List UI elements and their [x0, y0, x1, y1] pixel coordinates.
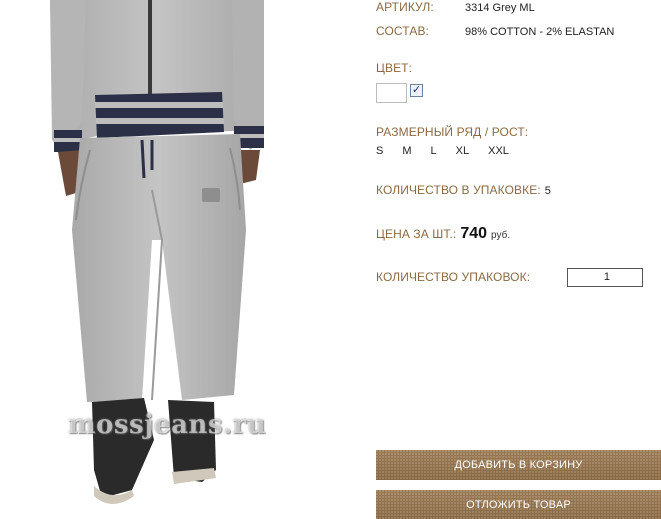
watermark-text: mossjeans.ru [68, 410, 267, 440]
size-item: XXL [488, 145, 509, 157]
color-label: ЦВЕТ: [376, 61, 413, 75]
pack-quantity-label: КОЛИЧЕСТВО В УПАКОВКЕ: [376, 183, 541, 197]
color-checkbox[interactable]: ✓ [410, 84, 423, 97]
add-to-cart-button[interactable]: ДОБАВИТЬ В КОРЗИНУ [376, 450, 661, 480]
article-value: 3314 Grey ML [465, 2, 535, 14]
article-label: АРТИКУЛ: [376, 0, 434, 14]
pack-quantity-row: КОЛИЧЕСТВО В УПАКОВКЕ: 5 [376, 183, 551, 197]
packs-row: КОЛИЧЕСТВО УПАКОВОК: [376, 270, 530, 284]
postpone-button[interactable]: ОТЛОЖИТЬ ТОВАР [376, 490, 661, 519]
size-item: XL [455, 145, 470, 157]
color-swatch[interactable] [376, 83, 407, 103]
color-row: ЦВЕТ: [376, 61, 412, 75]
price-value: 740 [460, 225, 488, 242]
price-currency: руб. [491, 230, 511, 241]
size-item: S [376, 145, 384, 157]
size-item: L [430, 145, 437, 157]
sizes-row: РАЗМЕРНЫЙ РЯД / РОСТ: [376, 125, 528, 139]
price-row: ЦЕНА ЗА ШТ.: 740 руб. [376, 225, 510, 243]
composition-label: СОСТАВ: [376, 24, 429, 38]
product-photo[interactable]: mossjeans.ru [2, 0, 360, 519]
sizes-label: РАЗМЕРНЫЙ РЯД / РОСТ: [376, 125, 529, 139]
price-label: ЦЕНА ЗА ШТ.: [376, 227, 457, 241]
packs-label: КОЛИЧЕСТВО УПАКОВОК: [376, 270, 531, 284]
pack-quantity-value: 5 [544, 185, 551, 197]
size-item: M [402, 145, 412, 157]
packs-quantity-input[interactable]: 1 [567, 268, 643, 287]
composition-row: СОСТАВ: 98% COTTON - 2% ELASTAN [376, 24, 614, 38]
product-photo-illustration [50, 0, 264, 504]
size-list: S M L XL XXL [376, 145, 528, 157]
product-details: АРТИКУЛ: 3314 Grey ML СОСТАВ: 98% COTTON… [376, 0, 661, 519]
composition-value: 98% COTTON - 2% ELASTAN [465, 26, 615, 38]
article-row: АРТИКУЛ: 3314 Grey ML [376, 0, 535, 14]
